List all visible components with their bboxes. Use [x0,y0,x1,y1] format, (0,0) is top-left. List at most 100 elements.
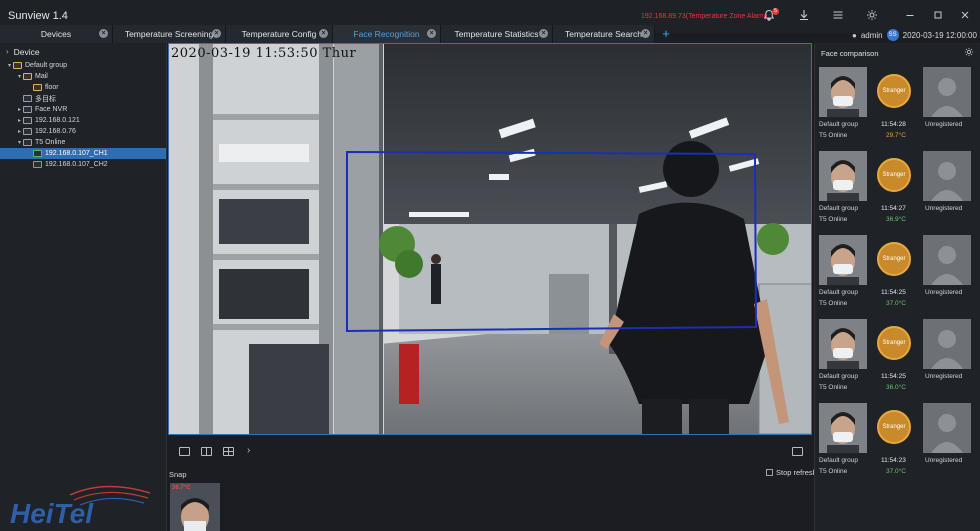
tab-temperature-statistics[interactable]: Temperature Statistics × [441,25,553,43]
face-temperature: 37.0°C [886,468,906,475]
tree-item[interactable]: ▾ Mail [0,71,166,82]
close-tab-icon[interactable]: × [641,29,650,38]
face-device: T5 Online [819,132,848,139]
face-comparison-row[interactable]: Stranger Default group T5 Online 11:54:25 36… [815,317,980,401]
add-tab-icon[interactable]: + [655,25,677,43]
device-tree: ▾ Default group ▾ Mail floor 多目标 ▸ Face NVR ▸ 192… [0,60,166,170]
match-result: Unregistered [925,205,963,212]
match-result: Unregistered [925,457,963,464]
settings-gear-icon[interactable] [964,47,974,59]
layout-dual-icon[interactable] [201,447,212,456]
captured-face-image[interactable] [819,67,867,117]
tree-item-label: 多目标 [35,95,56,103]
download-icon[interactable] [797,9,811,23]
fullscreen-icon[interactable] [792,447,803,456]
face-comparison-row[interactable]: Stranger Default group T5 Online 11:54:28 29… [815,65,980,149]
close-tab-icon[interactable]: × [99,29,108,38]
tree-item-label: Face NVR [35,106,68,113]
tree-item[interactable]: ▾ T5 Online [0,137,166,148]
snap-thumbnail[interactable]: 36.7°C [170,483,220,531]
settings-gear-icon[interactable] [865,9,879,23]
match-status-badge: Stranger [877,242,911,276]
face-temperature: 37.0°C [886,300,906,307]
chevron-down-icon[interactable]: ▾ [16,139,23,146]
video-control-bar: › [168,441,812,463]
chevron-right-icon[interactable]: ▸ [16,106,23,113]
tree-item[interactable]: ▸ Face NVR [0,104,166,115]
face-device: T5 Online [819,216,848,223]
snap-temperature: 36.7°C [172,485,191,491]
chevron-right-icon[interactable]: ▸ [16,117,23,124]
close-window-icon[interactable] [958,9,972,23]
checkbox-box[interactable] [766,469,773,476]
match-result: Unregistered [925,373,963,380]
tab-label: Temperature Statistics [454,29,539,39]
device-panel-header[interactable]: › Device [0,43,166,60]
face-temperature: 36.9°C [886,216,906,223]
tree-item-label: Mail [35,73,48,80]
tree-item[interactable]: floor [0,82,166,93]
stop-refresh-label: Stop refresh [776,468,817,477]
tab-temperature-search[interactable]: Temperature Search × [553,25,655,43]
device-icon [23,106,32,113]
face-comparison-row[interactable]: Stranger Default group T5 Online 11:54:23 37… [815,401,980,485]
tab-label: Temperature Search [564,29,642,39]
captured-face-image[interactable] [819,403,867,453]
stop-refresh-checkbox[interactable]: Stop refresh [766,468,817,477]
match-status-badge: Stranger [877,158,911,192]
close-tab-icon[interactable]: × [427,29,436,38]
minimize-icon[interactable] [903,9,917,23]
maximize-icon[interactable] [931,9,945,23]
face-comparison-row[interactable]: Stranger Default group T5 Online 11:54:25 37… [815,233,980,317]
chevron-down-icon[interactable]: ▾ [16,73,23,80]
avatar[interactable]: SS [886,29,899,41]
face-group: Default group [819,289,859,296]
match-status-badge: Stranger [877,410,911,444]
registered-face-placeholder [923,67,971,117]
tab-devices[interactable]: Devices × [0,25,113,43]
tree-item[interactable]: ▸ 192.168.0.121 [0,115,166,126]
tree-item[interactable]: ▾ Default group [0,60,166,71]
captured-face-image[interactable] [819,151,867,201]
chevron-right-icon[interactable]: › [247,445,250,456]
face-group: Default group [819,373,859,380]
svg-text:HeiTel: HeiTel [10,498,94,527]
captured-face-image[interactable] [819,319,867,369]
tree-item-label: 192.168.0.121 [35,117,80,124]
face-comparison-title: Face comparison [821,48,879,58]
tab-label: Temperature Config [241,29,317,39]
tree-item[interactable]: ▸ 192.168.0.76 [0,126,166,137]
live-video-feed[interactable]: 2020-03-19 11:53:50 Thur [168,43,812,435]
close-tab-icon[interactable]: × [539,29,548,38]
tree-item-label: 192.168.0.107_CH1 [45,150,108,157]
registered-face-placeholder [923,151,971,201]
layout-quad-icon[interactable] [223,447,234,456]
device-panel: › Device ▾ Default group ▾ Mail floor 多目标 ▸ Fac… [0,43,167,531]
face-device: T5 Online [819,300,848,307]
match-status-badge: Stranger [877,326,911,360]
captured-face-image[interactable] [819,235,867,285]
close-tab-icon[interactable]: × [319,29,328,38]
tree-item[interactable]: 192.168.0.107_CH2 [0,159,166,170]
registered-face-placeholder [923,235,971,285]
tab-temperature-config[interactable]: Temperature Config × [226,25,333,43]
face-device: T5 Online [819,384,848,391]
tab-face-recognition[interactable]: Face Recognition × [333,25,441,43]
tree-item[interactable]: 192.168.0.107_CH1 [0,148,166,159]
user-name[interactable]: admin [861,31,883,40]
tab-temperature-screening[interactable]: Temperature Screening × [113,25,226,43]
layout-single-icon[interactable] [179,447,190,456]
menu-icon[interactable] [831,9,845,23]
camera-scene [169,44,811,434]
chevron-right-icon[interactable]: ▸ [16,128,23,135]
face-comparison-row[interactable]: Stranger Default group T5 Online 11:54:27 36… [815,149,980,233]
tab-bar: Devices × Temperature Screening × Temper… [0,25,700,43]
close-tab-icon[interactable]: × [212,29,221,38]
tree-item-label: 192.168.0.107_CH2 [45,161,108,168]
tree-item[interactable]: 多目标 [0,93,166,104]
alarm-message[interactable]: 192.168.89.73(Temperature Zone Alarm) [641,13,767,20]
match-result: Unregistered [925,289,963,296]
video-timestamp-osd: 2020-03-19 11:53:50 Thur [171,46,357,61]
current-datetime: 2020-03-19 12:00:00 [902,30,977,40]
chevron-down-icon[interactable]: ▾ [6,62,13,69]
